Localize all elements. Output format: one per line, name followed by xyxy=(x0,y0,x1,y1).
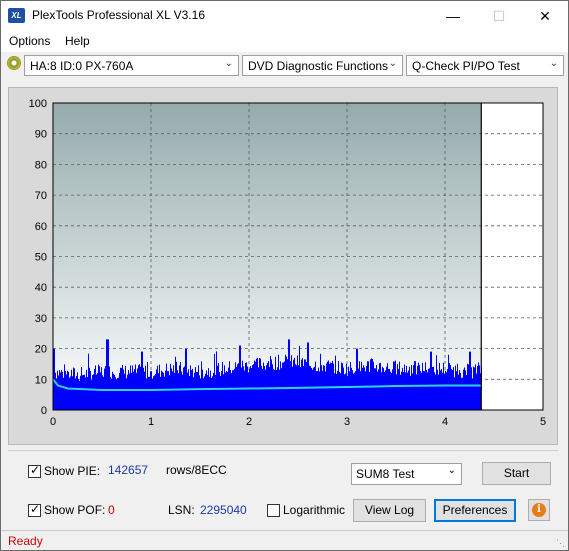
lsn-label: LSN: xyxy=(168,503,195,517)
view-log-button-label: View Log xyxy=(364,503,415,517)
close-button[interactable]: ✕ xyxy=(522,1,568,31)
lsn-value: 2295040 xyxy=(200,503,247,517)
logarithmic-label: Logarithmic xyxy=(283,503,346,517)
show-pof-label: Show POF: xyxy=(44,503,106,517)
maximize-icon: ☐ xyxy=(492,8,506,24)
show-pof-checkbox[interactable]: ✓ xyxy=(28,502,41,517)
menu-help[interactable]: Help xyxy=(65,34,90,48)
y-tick-label: 40 xyxy=(35,282,47,294)
minimize-button[interactable]: — xyxy=(430,1,476,31)
menu-options-label: Options xyxy=(9,34,51,48)
pie-unit: rows/8ECC xyxy=(166,463,227,477)
chevron-down-icon: ⌄ xyxy=(224,58,233,69)
status-text: Ready xyxy=(8,534,43,548)
y-tick-label: 10 xyxy=(35,374,47,386)
chevron-down-icon: ⌄ xyxy=(549,58,558,69)
pof-value: 0 xyxy=(108,503,115,517)
start-button[interactable]: Start xyxy=(482,462,551,485)
checkmark-icon: ✓ xyxy=(30,502,41,516)
y-tick-label: 80 xyxy=(35,159,47,171)
drive-select-value: HA:8 ID:0 PX-760A xyxy=(30,59,134,73)
y-tick-label: 90 xyxy=(35,129,47,141)
function-select[interactable]: DVD Diagnostic Functions ⌄ xyxy=(242,55,403,76)
test-select-value: Q-Check PI/PO Test xyxy=(412,59,520,73)
y-tick-label: 50 xyxy=(35,252,47,264)
x-tick-label: 4 xyxy=(442,416,448,428)
y-tick-label: 100 xyxy=(29,98,47,110)
info-icon: i xyxy=(532,503,546,517)
status-bar: Ready ⋱ xyxy=(1,530,568,550)
menu-options[interactable]: Options xyxy=(9,34,50,48)
x-tick-label: 1 xyxy=(148,416,154,428)
minimize-icon: — xyxy=(446,8,460,24)
chevron-down-icon: ⌄ xyxy=(388,58,397,69)
info-button[interactable]: i xyxy=(528,499,550,521)
resize-grip-icon[interactable]: ⋱ xyxy=(556,538,565,549)
show-pie-checkbox[interactable]: ✓ xyxy=(28,463,41,478)
logarithmic-checkbox[interactable] xyxy=(267,504,280,517)
x-tick-label: 0 xyxy=(50,416,56,428)
preferences-button[interactable]: Preferences xyxy=(434,499,516,522)
graph-panel: 0 10 20 30 40 50 60 70 80 90 100 0 1 2 3 4 5 xyxy=(8,87,558,445)
test-mode-value: SUM8 Test xyxy=(356,467,415,481)
y-tick-label: 60 xyxy=(35,221,47,233)
pie-value: 142657 xyxy=(108,463,149,477)
test-select[interactable]: Q-Check PI/PO Test ⌄ xyxy=(406,55,564,76)
x-tick-label: 3 xyxy=(344,416,350,428)
y-tick-label: 0 xyxy=(41,405,47,417)
app-window: XL PlexTools Professional XL V3.16 — ☐ ✕… xyxy=(0,0,569,551)
x-tick-label: 5 xyxy=(540,416,546,428)
toolbar: HA:8 ID:0 PX-760A ⌄ DVD Diagnostic Funct… xyxy=(1,52,568,81)
chevron-down-icon: ⌄ xyxy=(447,465,456,476)
controls-panel: ✓ Show PIE: 142657 rows/8ECC SUM8 Test ⌄… xyxy=(8,450,558,525)
window-title: PlexTools Professional XL V3.16 xyxy=(32,8,205,22)
y-tick-label: 20 xyxy=(35,344,47,356)
start-button-label: Start xyxy=(503,466,530,480)
x-tick-label: 2 xyxy=(246,416,252,428)
title-bar: XL PlexTools Professional XL V3.16 — ☐ ✕ xyxy=(1,1,568,31)
close-icon: ✕ xyxy=(539,8,551,24)
pipo-chart: 0 10 20 30 40 50 60 70 80 90 100 0 1 2 3 4 5 xyxy=(29,98,546,428)
checkmark-icon: ✓ xyxy=(30,463,41,477)
app-logo-icon: XL xyxy=(8,8,25,23)
drive-select[interactable]: HA:8 ID:0 PX-760A ⌄ xyxy=(24,55,239,76)
test-mode-select[interactable]: SUM8 Test ⌄ xyxy=(351,463,462,485)
show-pie-label: Show PIE: xyxy=(44,464,101,478)
maximize-button[interactable]: ☐ xyxy=(476,1,522,31)
y-tick-label: 70 xyxy=(35,190,47,202)
menu-bar: Options Help xyxy=(1,31,568,52)
menu-help-label: Help xyxy=(65,34,90,48)
preferences-button-label: Preferences xyxy=(442,503,508,517)
function-select-value: DVD Diagnostic Functions xyxy=(248,59,389,73)
view-log-button[interactable]: View Log xyxy=(353,499,426,522)
y-tick-label: 30 xyxy=(35,313,47,325)
